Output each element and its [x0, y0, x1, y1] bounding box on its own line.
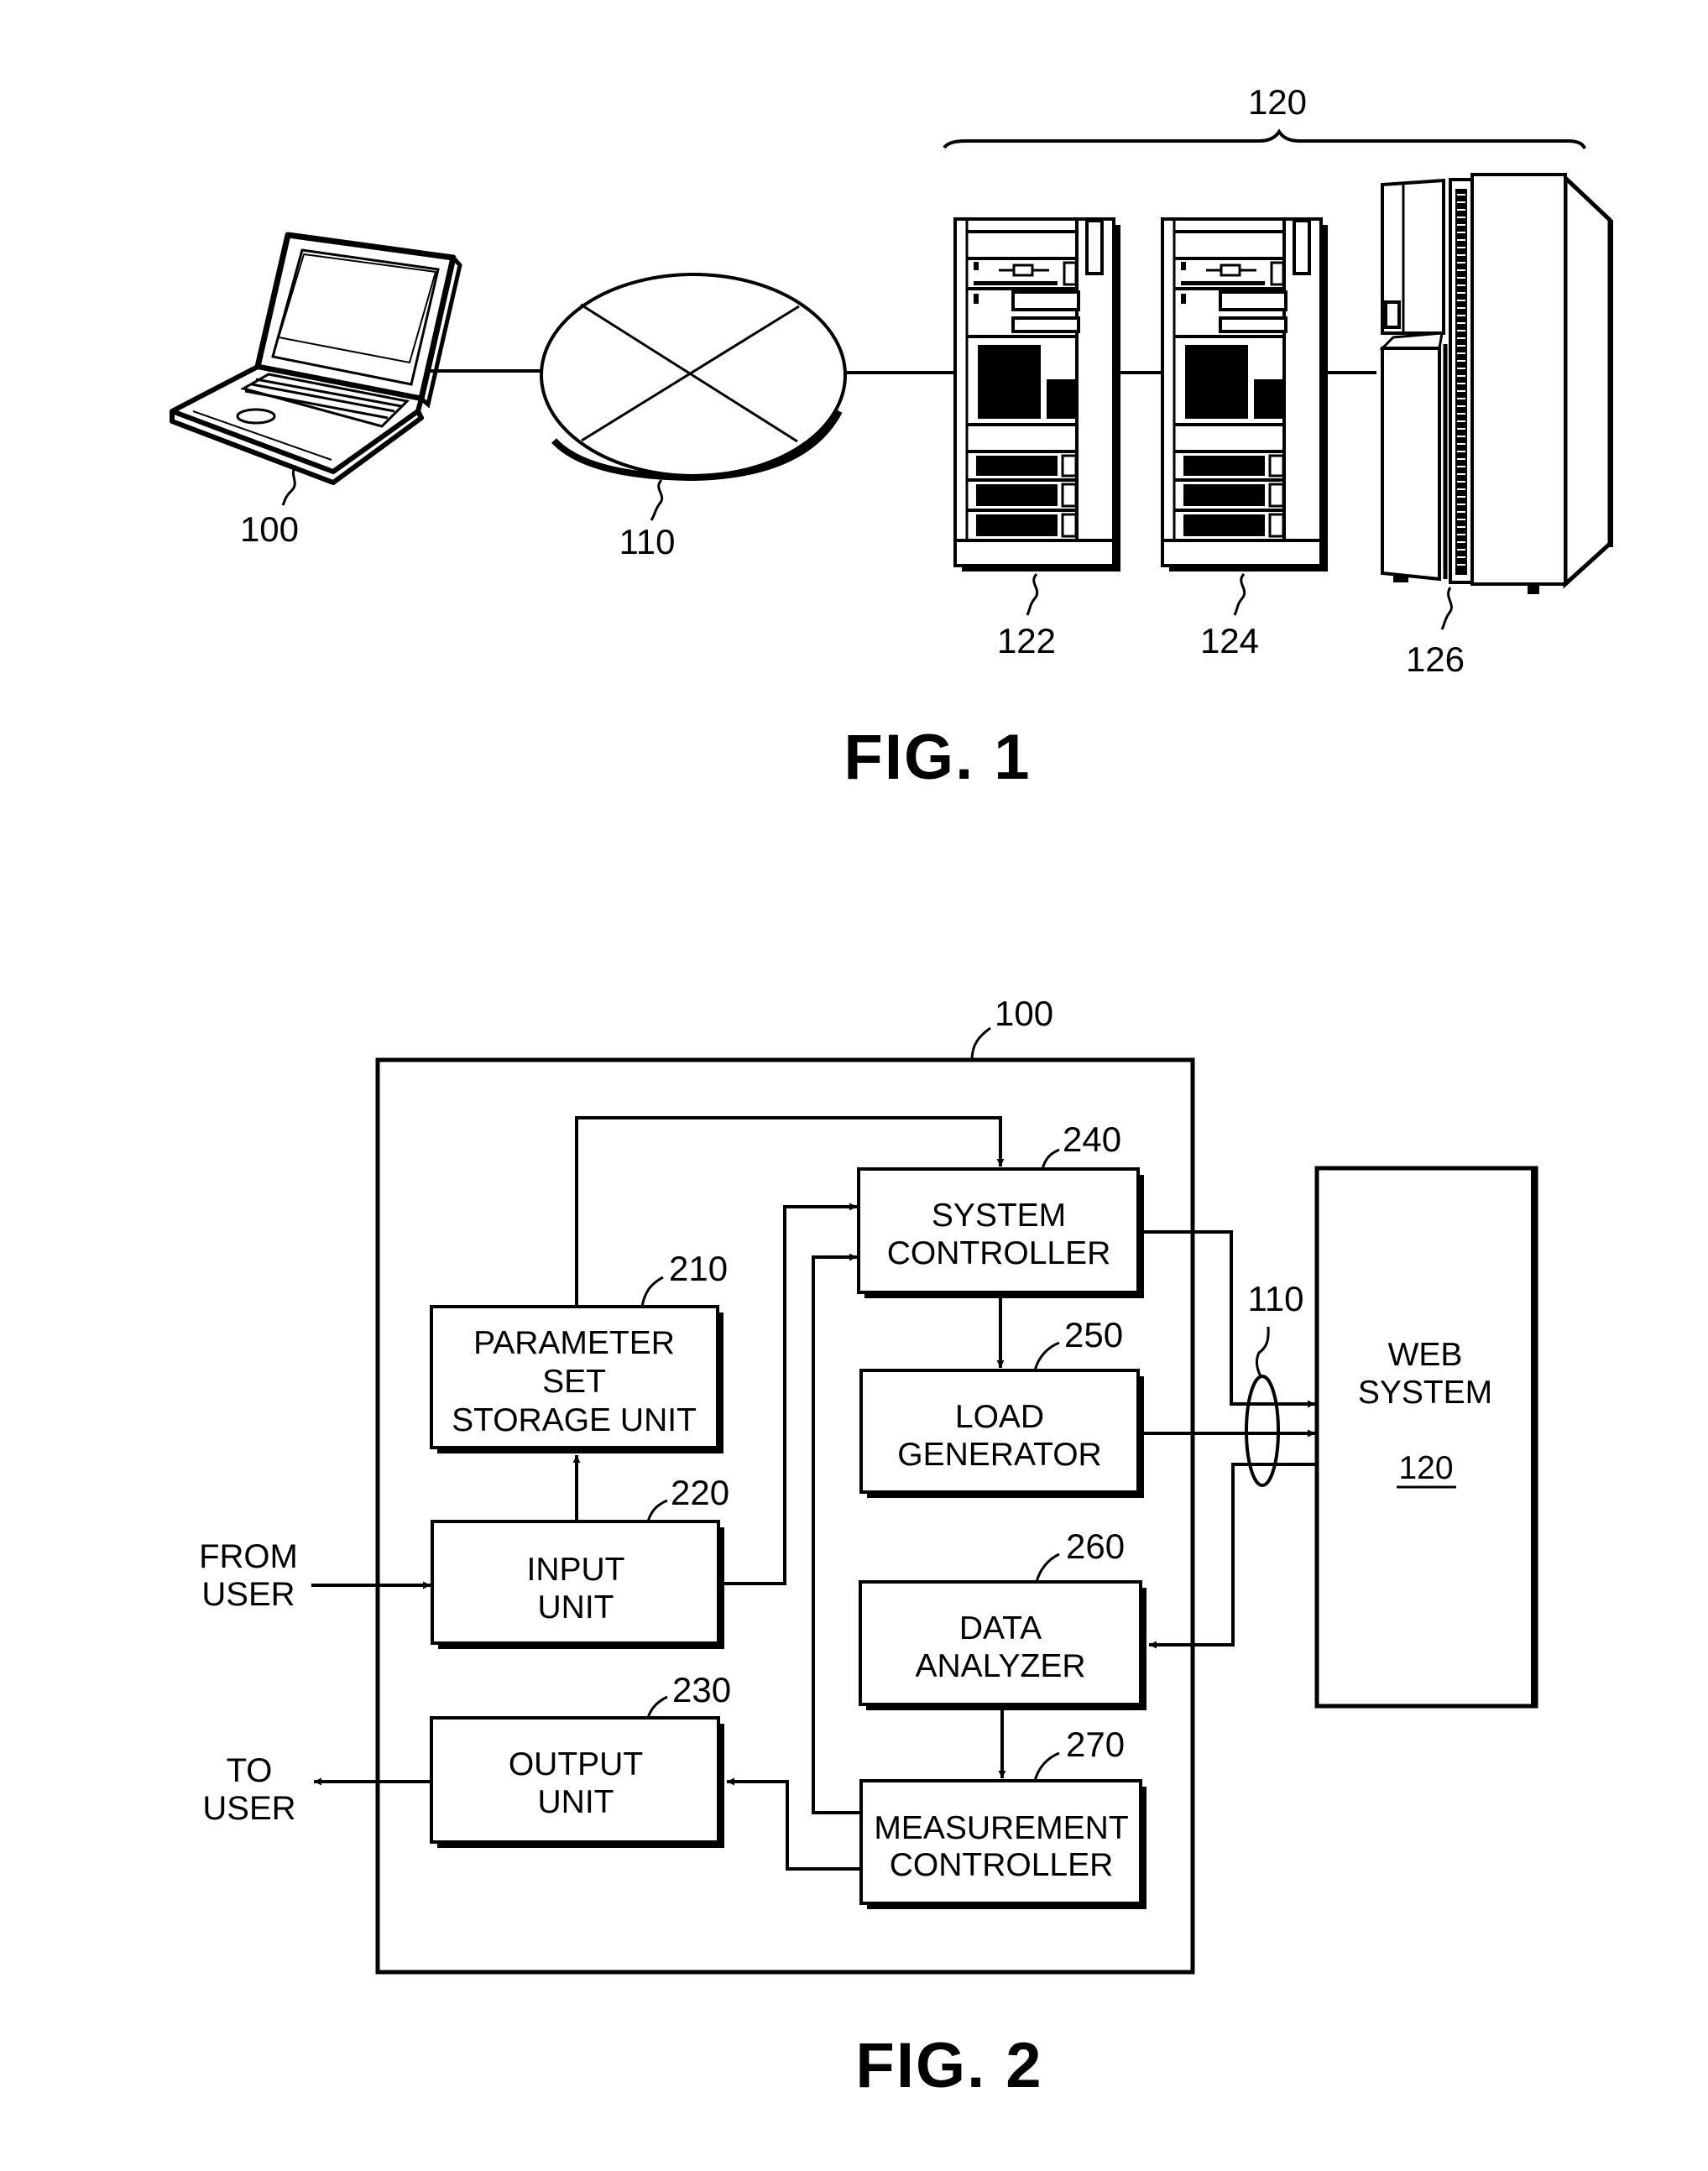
- from-user-label: FROM: [199, 1538, 298, 1575]
- block-text: PARAMETER: [473, 1325, 675, 1361]
- block-text: OUTPUT: [509, 1746, 643, 1782]
- block-text: SET: [542, 1364, 606, 1400]
- data-analyzer-block[interactable]: DATA ANALYZER: [859, 1580, 1147, 1710]
- network-ref-label: 110: [619, 522, 676, 561]
- fig2: 100 PARAMETER SET STORAGE UNIT 210 INPUT…: [199, 994, 1538, 2101]
- laptop-icon: 100: [170, 232, 541, 549]
- to-user-label: USER: [202, 1790, 295, 1827]
- input-unit-block[interactable]: INPUT UNIT: [431, 1520, 724, 1649]
- ref-250: 250: [1064, 1315, 1123, 1354]
- device-ref-label: 100: [995, 994, 1053, 1033]
- ref-230: 230: [672, 1670, 731, 1709]
- server-124-ref-label: 124: [1200, 621, 1259, 660]
- ref-270: 270: [1066, 1725, 1125, 1764]
- parameter-set-storage-unit-block[interactable]: PARAMETER SET STORAGE UNIT: [430, 1305, 723, 1453]
- from-user-label: USER: [201, 1576, 295, 1613]
- block-text: INPUT: [527, 1552, 625, 1588]
- web-system-ref-label: 120: [1248, 82, 1307, 122]
- ref-240: 240: [1063, 1119, 1121, 1159]
- block-text: UNIT: [538, 1589, 614, 1626]
- output-unit-block[interactable]: OUTPUT UNIT: [430, 1716, 724, 1848]
- block-text: DATA: [959, 1610, 1042, 1647]
- system-controller-block[interactable]: SYSTEM CONTROLLER: [857, 1167, 1144, 1298]
- fig1: 100 110 120 122 124 126 FIG. 1: [170, 82, 1613, 793]
- block-text: GENERATOR: [897, 1437, 1101, 1473]
- fig2-caption: FIG. 2: [855, 2030, 1042, 2101]
- block-text: CONTROLLER: [890, 1847, 1114, 1883]
- patent-drawing: 100 110 120 122 124 126 FIG. 1 100 PARAM…: [170, 82, 1613, 2101]
- laptop-ref-label: 100: [240, 509, 299, 549]
- web-system-text: WEB: [1388, 1337, 1463, 1373]
- fig1-caption: FIG. 1: [844, 722, 1031, 793]
- to-user-label: TO: [227, 1752, 273, 1789]
- web-system-text: SYSTEM: [1358, 1375, 1492, 1411]
- load-generator-block[interactable]: LOAD GENERATOR: [859, 1369, 1144, 1498]
- ref-210: 210: [669, 1249, 728, 1288]
- server-124-icon: [1161, 217, 1329, 573]
- measurement-controller-block[interactable]: MEASUREMENT CONTROLLER: [859, 1779, 1147, 1909]
- block-text: SYSTEM: [932, 1198, 1066, 1234]
- block-text: UNIT: [538, 1784, 614, 1820]
- block-text: ANALYZER: [916, 1648, 1086, 1684]
- network-bundle-icon: [1245, 1375, 1280, 1487]
- server-126-icon: 126: [1379, 173, 1613, 679]
- web-system-ref: 120: [1398, 1450, 1453, 1486]
- web-system-group: 120: [943, 82, 1586, 149]
- network-cloud-icon: 110: [540, 273, 957, 561]
- server-122-ref-label: 122: [997, 621, 1056, 660]
- block-text: STORAGE UNIT: [452, 1402, 697, 1438]
- server-126-ref-label: 126: [1406, 639, 1465, 679]
- server-122-icon: [953, 217, 1120, 571]
- web-system-block[interactable]: WEB SYSTEM 120: [1314, 1166, 1538, 1709]
- ref-260: 260: [1066, 1526, 1125, 1566]
- ref-220: 220: [671, 1473, 729, 1512]
- ref-110: 110: [1248, 1279, 1304, 1318]
- block-text: CONTROLLER: [887, 1235, 1111, 1271]
- block-text: LOAD: [955, 1399, 1044, 1435]
- block-text: MEASUREMENT: [874, 1810, 1128, 1846]
